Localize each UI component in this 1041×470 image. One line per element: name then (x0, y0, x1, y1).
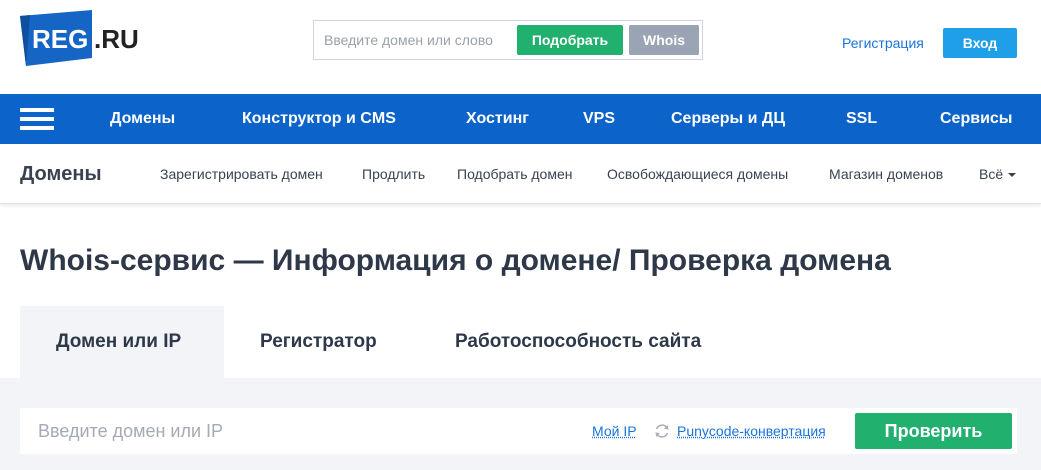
domain-search-box: Мой IP Punycode-конвертация Проверить (20, 408, 1017, 454)
nav-item-hosting[interactable]: Хостинг (466, 110, 529, 128)
header-search-input[interactable] (314, 21, 514, 59)
whois-button[interactable]: Whois (629, 25, 699, 55)
sub-nav-register-domain[interactable]: Зарегистрировать домен (160, 166, 323, 182)
sub-nav: Домены Зарегистрировать домен Продлить П… (0, 144, 1041, 204)
page-title: Whois-сервис — Информация о домене/ Пров… (20, 244, 891, 277)
whois-tabs: Домен или IP Регистратор Работоспособнос… (20, 306, 1041, 378)
chevron-down-icon (1008, 173, 1017, 178)
login-button[interactable]: Вход (943, 28, 1017, 58)
sub-nav-expiring-domains[interactable]: Освобождающиеся домены (607, 166, 788, 182)
nav-item-ssl[interactable]: SSL (846, 110, 877, 128)
sub-nav-all-label: Всё (979, 166, 1004, 182)
hamburger-menu-icon[interactable] (20, 108, 54, 130)
tab-registrar[interactable]: Регистратор (260, 306, 377, 378)
sub-nav-pick-domain[interactable]: Подобрать домен (457, 166, 572, 182)
sub-nav-domain-shop[interactable]: Магазин доменов (829, 166, 943, 182)
register-link[interactable]: Регистрация (842, 35, 924, 51)
nav-item-servers[interactable]: Серверы и ДЦ (671, 110, 785, 128)
refresh-icon (655, 424, 669, 438)
logo-text: REG (32, 24, 89, 54)
tab-site-availability[interactable]: Работоспособность сайта (455, 306, 701, 378)
nav-item-services[interactable]: Сервисы (940, 110, 1012, 128)
logo-suffix: .RU (94, 24, 139, 54)
main-nav: Домены Конструктор и CMS Хостинг VPS Сер… (0, 94, 1041, 144)
pick-domain-button[interactable]: Подобрать (517, 25, 623, 55)
nav-item-constructor[interactable]: Конструктор и CMS (242, 110, 396, 128)
reg-ru-logo[interactable]: REG .RU (20, 10, 150, 66)
sub-nav-all-dropdown[interactable]: Всё (979, 166, 1017, 182)
sub-nav-title[interactable]: Домены (20, 163, 102, 186)
my-ip-link[interactable]: Мой IP (592, 423, 637, 439)
header-search: Подобрать Whois (313, 20, 703, 60)
tab-domain-or-ip[interactable]: Домен или IP (20, 306, 224, 378)
domain-search-panel: Мой IP Punycode-конвертация Проверить (0, 378, 1041, 470)
punycode-link[interactable]: Punycode-конвертация (677, 423, 826, 439)
nav-item-domains[interactable]: Домены (110, 110, 175, 128)
domain-input[interactable] (20, 408, 560, 454)
check-button[interactable]: Проверить (855, 413, 1012, 449)
site-header: REG .RU Подобрать Whois Регистрация Вход (0, 0, 1041, 94)
sub-nav-renew[interactable]: Продлить (362, 166, 425, 182)
nav-item-vps[interactable]: VPS (583, 110, 615, 128)
